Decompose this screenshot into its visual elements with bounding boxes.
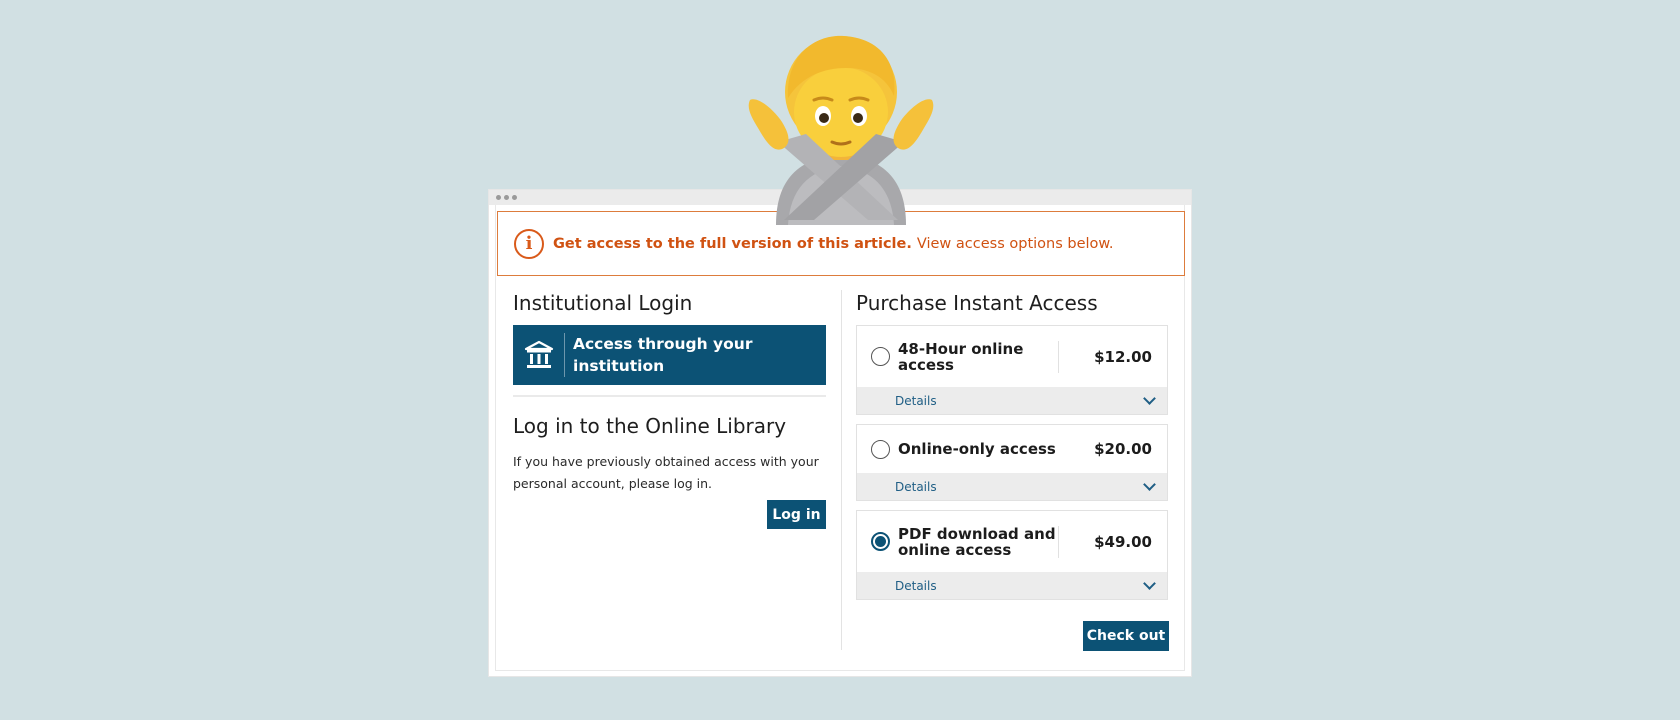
crossed-arms-person-emoji bbox=[748, 35, 934, 225]
option-price: $12.00 bbox=[1094, 347, 1152, 366]
option-row[interactable]: Online-only access $20.00 bbox=[857, 425, 1167, 473]
details-label: Details bbox=[895, 479, 937, 494]
info-icon: i bbox=[514, 228, 544, 259]
window-dot-icon bbox=[496, 195, 501, 200]
window-dot-icon bbox=[512, 195, 517, 200]
purchase-option-online-only[interactable]: Online-only access $20.00 Details bbox=[856, 424, 1168, 501]
option-details-toggle[interactable]: Details bbox=[857, 473, 1167, 500]
chevron-down-icon bbox=[1143, 577, 1156, 590]
alert-link[interactable]: View access options below. bbox=[917, 236, 1114, 252]
chevron-down-icon bbox=[1143, 392, 1156, 405]
page-content: i Get access to the full version of this… bbox=[495, 205, 1185, 671]
option-radio[interactable] bbox=[871, 439, 890, 459]
column-divider bbox=[841, 290, 842, 650]
option-radio[interactable] bbox=[871, 347, 890, 366]
login-column: Institutional Login Access through your … bbox=[513, 290, 826, 529]
purchase-heading: Purchase Instant Access bbox=[856, 291, 1098, 315]
purchase-column: Purchase Instant Access 48-Hour online a… bbox=[856, 290, 1169, 651]
chevron-down-icon bbox=[1143, 478, 1156, 491]
option-details-toggle[interactable]: Details bbox=[857, 572, 1167, 599]
check-out-button[interactable]: Check out bbox=[1083, 621, 1169, 651]
option-price: $49.00 bbox=[1094, 532, 1152, 551]
browser-window: i Get access to the full version of this… bbox=[488, 189, 1192, 677]
institution-access-button[interactable]: Access through your institution bbox=[513, 325, 826, 385]
option-row[interactable]: 48-Hour online access $12.00 bbox=[857, 326, 1167, 387]
option-separator bbox=[1058, 340, 1059, 373]
option-details-toggle[interactable]: Details bbox=[857, 387, 1167, 414]
online-library-heading: Log in to the Online Library bbox=[513, 414, 787, 438]
option-separator bbox=[1058, 525, 1059, 558]
alert-message: Get access to the full version of this a… bbox=[553, 235, 912, 252]
details-label: Details bbox=[895, 578, 937, 593]
details-label: Details bbox=[895, 393, 937, 408]
option-label: Online-only access bbox=[898, 440, 1056, 458]
purchase-option-48-hour[interactable]: 48-Hour online access $12.00 Details bbox=[856, 325, 1168, 415]
login-instructions: If you have previously obtained access w… bbox=[513, 454, 819, 491]
window-dot-icon bbox=[504, 195, 509, 200]
option-radio-selected[interactable] bbox=[871, 532, 890, 551]
institutional-login-heading: Institutional Login bbox=[513, 291, 693, 315]
section-divider bbox=[513, 395, 826, 397]
option-price: $20.00 bbox=[1094, 440, 1152, 458]
purchase-option-pdf-download[interactable]: PDF download and online access $49.00 De… bbox=[856, 510, 1168, 600]
log-in-button[interactable]: Log in bbox=[767, 500, 826, 529]
option-row[interactable]: PDF download and online access $49.00 bbox=[857, 511, 1167, 572]
institution-icon bbox=[513, 333, 565, 377]
option-label: 48-Hour online access bbox=[898, 339, 1024, 374]
option-label: PDF download and online access bbox=[898, 524, 1056, 559]
institution-access-label: Access through your institution bbox=[573, 335, 753, 375]
